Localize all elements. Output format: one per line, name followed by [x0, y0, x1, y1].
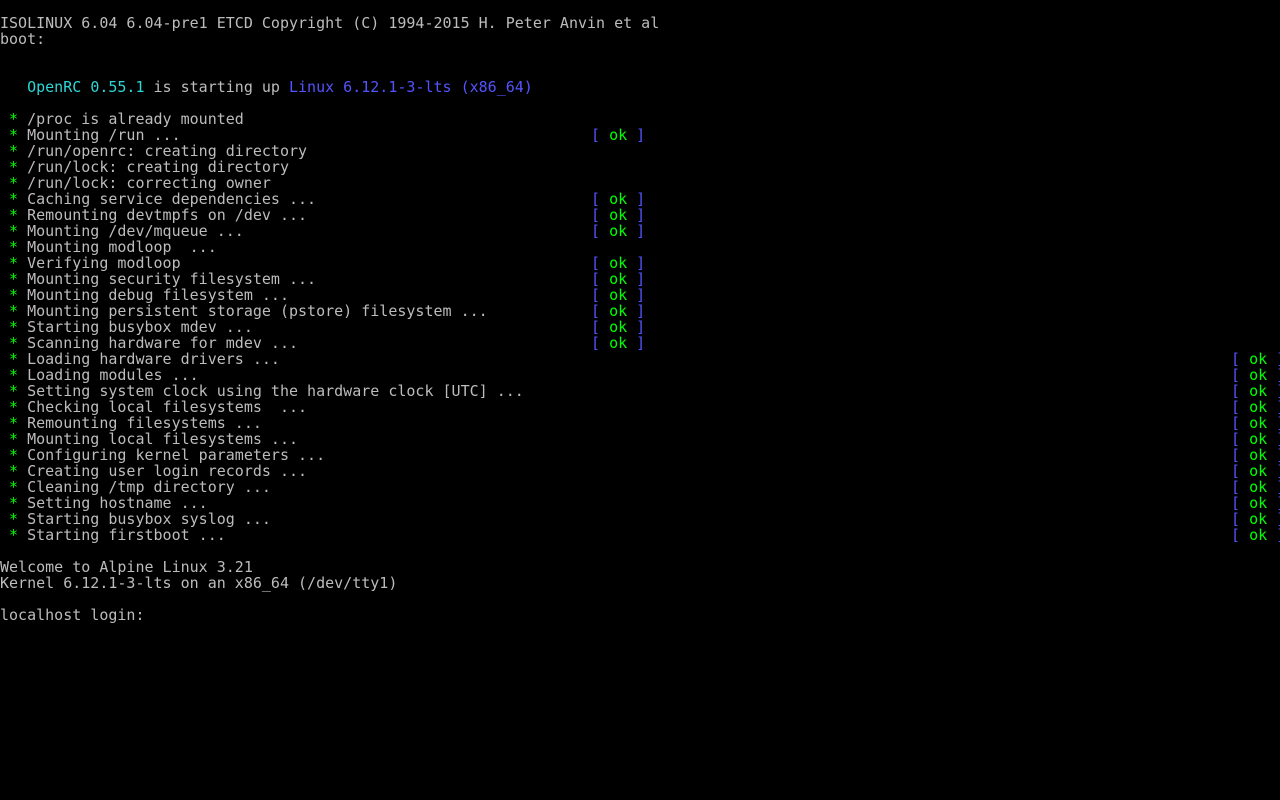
boot-line: * Mounting persistent storage (pstore) f… — [0, 303, 1280, 319]
boot-line: * Checking local filesystems ...[ ok ] — [0, 399, 1280, 415]
boot-line: * Loading hardware drivers ...[ ok ] — [0, 351, 1280, 367]
status-ok: [ ok ] — [591, 271, 645, 287]
openrc-middle: is starting up — [145, 78, 290, 96]
boot-message: Starting firstboot ... — [27, 526, 226, 544]
isolinux-line: ISOLINUX 6.04 6.04-pre1 ETCD Copyright (… — [0, 15, 1280, 31]
welcome-line: Welcome to Alpine Linux 3.21 — [0, 559, 1280, 575]
boot-line: * Setting system clock using the hardwar… — [0, 383, 1280, 399]
status-ok: [ ok ] — [591, 127, 645, 143]
blank-line — [0, 63, 1280, 79]
blank-line — [0, 47, 1280, 63]
boot-line: * Cleaning /tmp directory ...[ ok ] — [0, 479, 1280, 495]
boot-line: * Mounting security filesystem ...[ ok ] — [0, 271, 1280, 287]
boot-line: * /run/lock: correcting owner — [0, 175, 1280, 191]
status-ok: [ ok ] — [591, 319, 645, 335]
boot-line: * Caching service dependencies ...[ ok ] — [0, 191, 1280, 207]
boot-line: * Loading modules ...[ ok ] — [0, 367, 1280, 383]
boot-line: * /proc is already mounted — [0, 111, 1280, 127]
blank-line — [0, 95, 1280, 111]
boot-line: * Creating user login records ...[ ok ] — [0, 463, 1280, 479]
status-ok: [ ok ] — [591, 303, 645, 319]
status-ok: [ ok ] — [1231, 511, 1280, 527]
status-ok: [ ok ] — [1231, 351, 1280, 367]
boot-line: * /run/lock: creating directory — [0, 159, 1280, 175]
boot-line: * Verifying modloop[ ok ] — [0, 255, 1280, 271]
login-prompt-line: localhost login: — [0, 607, 1280, 623]
status-ok: [ ok ] — [591, 335, 645, 351]
status-ok: [ ok ] — [1231, 479, 1280, 495]
openrc-name: OpenRC — [27, 78, 81, 96]
status-ok: [ ok ] — [1231, 495, 1280, 511]
status-ok: [ ok ] — [1231, 527, 1280, 543]
login-prompt[interactable]: localhost login: — [0, 606, 154, 624]
boot-line: * Starting firstboot ... [ ok ] — [0, 527, 1280, 543]
boot-line: * Mounting debug filesystem ...[ ok ] — [0, 287, 1280, 303]
boot-line: * /run/openrc: creating directory — [0, 143, 1280, 159]
boot-prompt[interactable]: boot: — [0, 30, 54, 48]
status-ok: [ ok ] — [591, 287, 645, 303]
status-ok: [ ok ] — [1231, 447, 1280, 463]
boot-console: ISOLINUX 6.04 6.04-pre1 ETCD Copyright (… — [0, 0, 1280, 800]
blank-line — [0, 591, 1280, 607]
status-ok: [ ok ] — [591, 191, 645, 207]
kernel-text: Kernel 6.12.1-3-lts on an x86_64 (/dev/t… — [0, 574, 397, 592]
boot-line: * Mounting local filesystems ...[ ok ] — [0, 431, 1280, 447]
boot-line: * Configuring kernel parameters ...[ ok … — [0, 447, 1280, 463]
status-ok: [ ok ] — [1231, 367, 1280, 383]
status-ok: [ ok ] — [591, 223, 645, 239]
boot-lines: * /proc is already mounted * Mounting /r… — [0, 111, 1280, 543]
boot-line: * Setting hostname ...[ ok ] — [0, 495, 1280, 511]
status-ok: [ ok ] — [1231, 383, 1280, 399]
openrc-line: OpenRC 0.55.1 is starting up Linux 6.12.… — [0, 79, 1280, 95]
boot-line: * Starting busybox mdev ...[ ok ] — [0, 319, 1280, 335]
star-icon: * — [9, 526, 18, 544]
kernel-line: Kernel 6.12.1-3-lts on an x86_64 (/dev/t… — [0, 575, 1280, 591]
boot-line: * Starting busybox syslog ...[ ok ] — [0, 511, 1280, 527]
boot-line: * Remounting filesystems ...[ ok ] — [0, 415, 1280, 431]
openrc-version: 0.55.1 — [90, 78, 144, 96]
isolinux-text: ISOLINUX 6.04 6.04-pre1 ETCD Copyright (… — [0, 14, 659, 32]
openrc-kernel: Linux 6.12.1-3-lts (x86_64) — [289, 78, 533, 96]
boot-line: * Scanning hardware for mdev ...[ ok ] — [0, 335, 1280, 351]
status-ok: [ ok ] — [591, 207, 645, 223]
status-ok: [ ok ] — [591, 255, 645, 271]
status-ok: [ ok ] — [1231, 399, 1280, 415]
boot-line: * Mounting /run ...[ ok ] — [0, 127, 1280, 143]
status-ok: [ ok ] — [1231, 431, 1280, 447]
boot-line: * Remounting devtmpfs on /dev ...[ ok ] — [0, 207, 1280, 223]
blank-line — [0, 543, 1280, 559]
status-ok: [ ok ] — [1231, 415, 1280, 431]
boot-line: * Mounting modloop ... — [0, 239, 1280, 255]
status-ok: [ ok ] — [1231, 463, 1280, 479]
boot-line: * Mounting /dev/mqueue ...[ ok ] — [0, 223, 1280, 239]
boot-prompt-line: boot: — [0, 31, 1280, 47]
